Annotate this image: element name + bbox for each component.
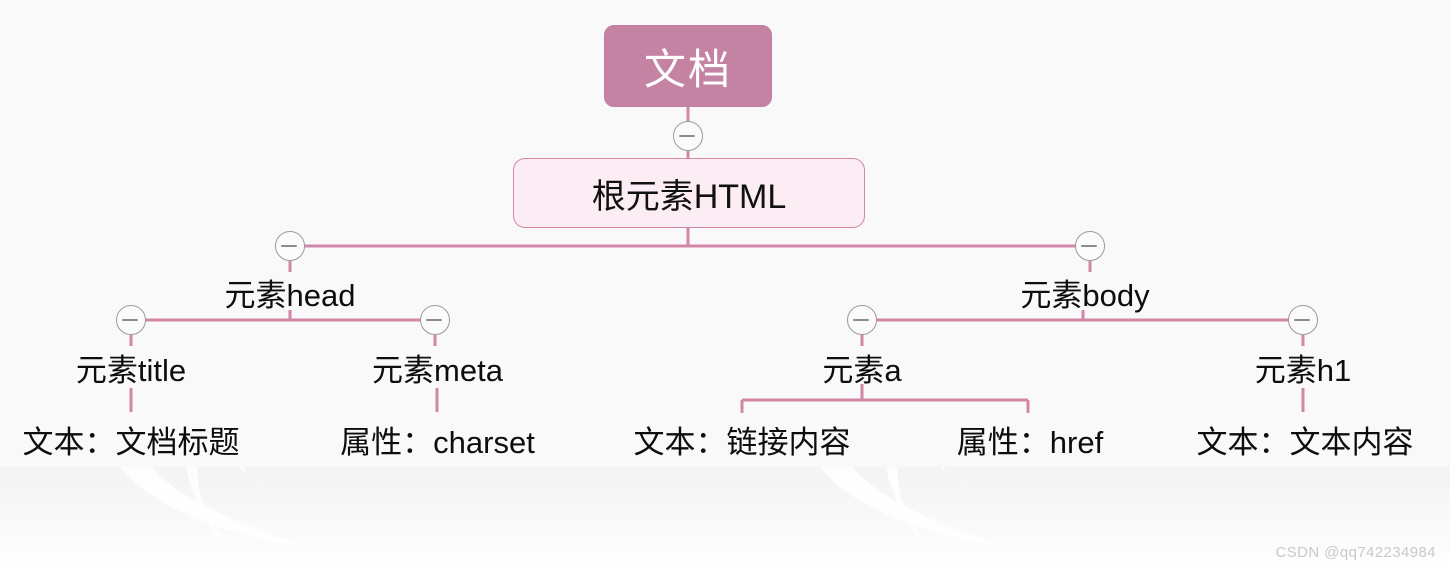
collapse-toggle-head-icon[interactable] (275, 231, 305, 261)
collapse-toggle-a-icon[interactable] (847, 305, 877, 335)
node-meta-label: 元素meta (372, 352, 503, 388)
decorative-curves (0, 467, 1450, 571)
node-body[interactable]: 元素body (985, 272, 1185, 313)
node-root-document[interactable]: 文档 (604, 25, 772, 107)
node-meta-attribute[interactable]: 属性：charset (320, 418, 555, 460)
node-body-label: 元素body (1020, 277, 1150, 313)
node-meta[interactable]: 元素meta (345, 347, 530, 388)
node-h1-text-label: 文本：文本内容 (1196, 424, 1414, 460)
page-footer-area (0, 467, 1450, 571)
node-head[interactable]: 元素head (190, 272, 390, 313)
collapse-toggle-root-icon[interactable] (673, 121, 703, 151)
node-a-attribute-label: 属性：href (956, 424, 1104, 460)
node-a[interactable]: 元素a (772, 347, 952, 388)
node-title-text-label: 文本：文档标题 (22, 424, 240, 460)
node-h1[interactable]: 元素h1 (1213, 347, 1393, 388)
collapse-toggle-body-icon[interactable] (1075, 231, 1105, 261)
node-a-label: 元素a (822, 352, 902, 388)
mindmap-screenshot: 文档 根元素HTML 元素head 元素body 元素title 元素meta … (0, 0, 1450, 571)
collapse-toggle-h1-icon[interactable] (1288, 305, 1318, 335)
node-title-text[interactable]: 文本：文档标题 (6, 418, 256, 460)
collapse-toggle-title-icon[interactable] (116, 305, 146, 335)
node-h1-text[interactable]: 文本：文本内容 (1180, 418, 1430, 460)
node-head-label: 元素head (224, 277, 356, 313)
node-a-text[interactable]: 文本：链接内容 (617, 418, 867, 460)
watermark: CSDN @qq742234984 (1275, 544, 1436, 561)
node-meta-attribute-label: 属性：charset (340, 424, 535, 460)
node-html-label: 根元素HTML (591, 177, 787, 216)
node-html[interactable]: 根元素HTML (513, 158, 865, 228)
node-root-document-label: 文档 (643, 45, 732, 93)
collapse-toggle-meta-icon[interactable] (420, 305, 450, 335)
node-a-attribute[interactable]: 属性：href (930, 418, 1130, 460)
node-title[interactable]: 元素title (41, 347, 221, 388)
node-title-label: 元素title (75, 352, 187, 388)
mindmap-canvas[interactable]: 文档 根元素HTML 元素head 元素body 元素title 元素meta … (0, 0, 1450, 467)
node-a-text-label: 文本：链接内容 (633, 424, 851, 460)
node-h1-label: 元素h1 (1254, 352, 1352, 388)
